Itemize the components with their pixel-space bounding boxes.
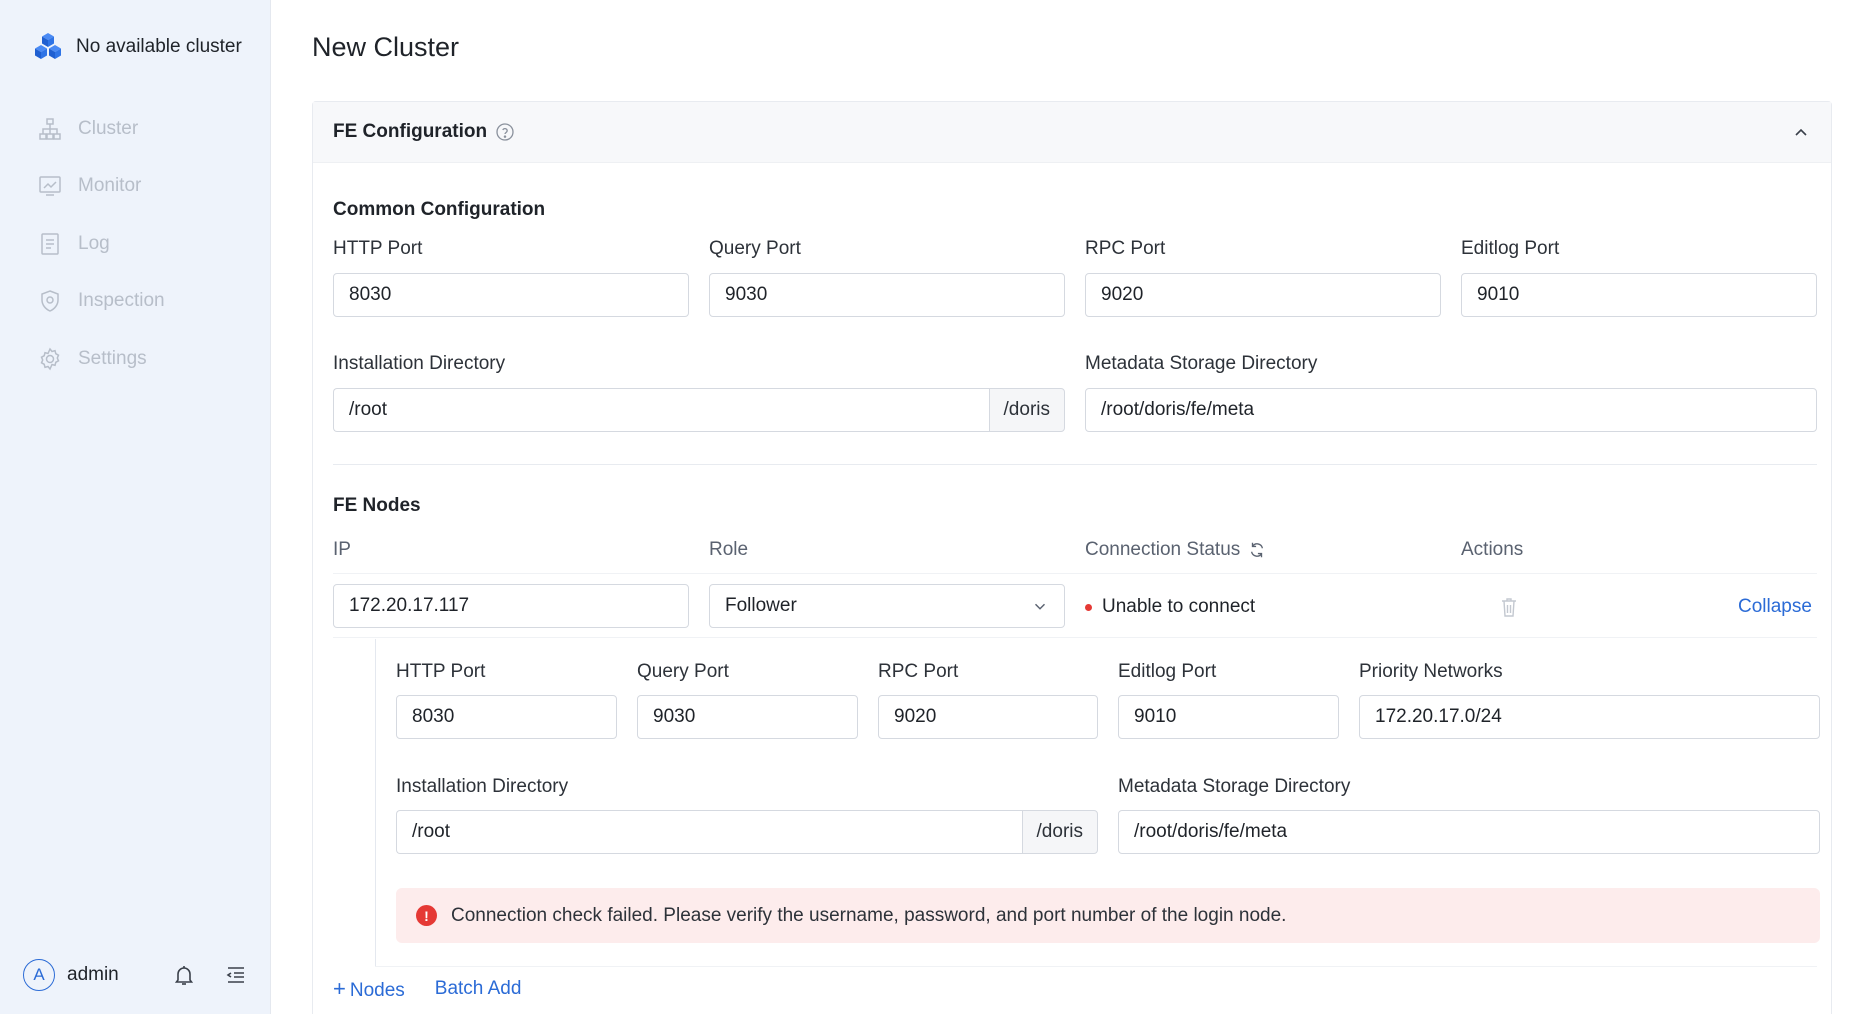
sidebar-item-monitor[interactable]: Monitor bbox=[38, 158, 165, 216]
column-header-status-label: Connection Status bbox=[1085, 539, 1241, 560]
status-text: Unable to connect bbox=[1102, 596, 1256, 617]
chevron-up-icon[interactable] bbox=[1791, 122, 1811, 142]
query-port-input[interactable] bbox=[709, 273, 1065, 317]
node-ip-input[interactable] bbox=[333, 584, 689, 628]
install-dir-suffix: /doris bbox=[988, 388, 1065, 432]
column-header-status: Connection Status bbox=[1085, 539, 1266, 561]
status-dot bbox=[1085, 603, 1092, 611]
menu-collapse-icon[interactable] bbox=[224, 963, 248, 987]
sidebar-item-label: Settings bbox=[78, 347, 147, 369]
rpc-port-input[interactable] bbox=[1085, 273, 1441, 317]
page-title: New Cluster bbox=[312, 32, 460, 62]
log-icon bbox=[41, 233, 59, 255]
row-divider bbox=[333, 637, 1817, 638]
cluster-label: No available cluster bbox=[76, 36, 242, 57]
rpc-port-label: RPC Port bbox=[1085, 238, 1166, 259]
batch-add-button[interactable]: Batch Add bbox=[435, 978, 522, 1000]
node-meta-dir-label: Metadata Storage Directory bbox=[1118, 776, 1351, 797]
section-divider bbox=[333, 464, 1817, 465]
trash-icon[interactable] bbox=[1499, 596, 1519, 618]
gear-icon bbox=[40, 347, 60, 371]
common-config-title: Common Configuration bbox=[333, 199, 546, 220]
http-port-input[interactable] bbox=[333, 273, 689, 317]
node-install-dir-group: /doris bbox=[396, 810, 1098, 854]
panel-title: FE Configuration bbox=[333, 121, 488, 142]
sidebar-footer: A admin bbox=[23, 958, 248, 992]
alert-message: Connection check failed. Please verify t… bbox=[451, 904, 1287, 926]
connection-status: Unable to connect bbox=[1085, 596, 1255, 618]
node-query-port-input[interactable] bbox=[637, 695, 858, 739]
node-query-port-label: Query Port bbox=[637, 661, 729, 682]
header-divider bbox=[333, 573, 1817, 574]
fe-configuration-panel: FE Configuration Common Configuration HT… bbox=[312, 101, 1832, 1014]
sidebar: No available cluster Cluster Monitor Log bbox=[0, 0, 271, 1014]
user-name[interactable]: admin bbox=[67, 964, 119, 986]
node-editlog-port-input[interactable] bbox=[1118, 695, 1339, 739]
column-header-role: Role bbox=[709, 539, 749, 560]
meta-dir-input[interactable] bbox=[1085, 388, 1817, 432]
chevron-down-icon bbox=[1034, 603, 1046, 610]
role-select-value: Follower bbox=[725, 595, 797, 616]
refresh-icon[interactable] bbox=[1248, 541, 1266, 559]
install-dir-label: Installation Directory bbox=[333, 353, 506, 374]
node-install-dir-input[interactable] bbox=[396, 810, 1022, 854]
node-rpc-port-input[interactable] bbox=[878, 695, 1098, 739]
column-header-ip: IP bbox=[333, 539, 351, 560]
install-dir-group: /doris bbox=[333, 388, 1065, 432]
plus-icon: + bbox=[333, 976, 346, 1001]
node-rpc-port-label: RPC Port bbox=[878, 661, 959, 682]
sidebar-item-label: Log bbox=[78, 232, 110, 254]
sidebar-item-cluster[interactable]: Cluster bbox=[38, 100, 165, 158]
editlog-port-input[interactable] bbox=[1461, 273, 1817, 317]
collapse-link[interactable]: Collapse bbox=[1738, 596, 1812, 618]
sidebar-item-label: Monitor bbox=[78, 175, 142, 197]
add-nodes-label: Nodes bbox=[349, 980, 405, 1001]
cluster-switcher[interactable]: No available cluster bbox=[32, 30, 242, 64]
sidebar-item-log[interactable]: Log bbox=[38, 215, 165, 273]
node-http-port-input[interactable] bbox=[396, 695, 617, 739]
fe-nodes-title: FE Nodes bbox=[333, 495, 421, 516]
node-actions: + Nodes Batch Add bbox=[333, 976, 521, 1002]
help-circle-icon[interactable] bbox=[495, 122, 515, 142]
node-priority-networks-label: Priority Networks bbox=[1359, 661, 1503, 682]
http-port-label: HTTP Port bbox=[333, 238, 423, 259]
node-meta-dir-input[interactable] bbox=[1118, 810, 1820, 854]
sidebar-item-label: Cluster bbox=[78, 117, 139, 139]
avatar[interactable]: A bbox=[23, 959, 55, 991]
add-nodes-button[interactable]: + Nodes bbox=[333, 976, 405, 1002]
node-editlog-port-label: Editlog Port bbox=[1118, 661, 1217, 682]
shield-icon bbox=[41, 290, 59, 313]
meta-dir-label: Metadata Storage Directory bbox=[1085, 353, 1318, 374]
column-header-actions: Actions bbox=[1461, 539, 1524, 560]
main-content: New Cluster FE Configuration Common Conf… bbox=[271, 0, 1872, 1014]
node-install-dir-suffix: /doris bbox=[1021, 810, 1098, 854]
role-select[interactable]: Follower bbox=[709, 584, 1065, 628]
sidebar-item-settings[interactable]: Settings bbox=[38, 330, 165, 388]
node-http-port-label: HTTP Port bbox=[396, 661, 486, 682]
panel-header[interactable]: FE Configuration bbox=[313, 102, 1831, 163]
sidebar-nav: Cluster Monitor Log Inspection Settings bbox=[38, 100, 165, 388]
bell-icon[interactable] bbox=[172, 963, 196, 987]
node-install-dir-label: Installation Directory bbox=[396, 776, 569, 797]
query-port-label: Query Port bbox=[709, 238, 801, 259]
cluster-icon bbox=[39, 118, 61, 140]
node-detail: HTTP Port Query Port RPC Port Editlog Po… bbox=[375, 639, 1820, 966]
install-dir-input[interactable] bbox=[333, 388, 989, 432]
sidebar-item-label: Inspection bbox=[78, 290, 165, 312]
connection-error-alert: ! Connection check failed. Please verify… bbox=[396, 888, 1820, 943]
monitor-icon bbox=[39, 176, 61, 196]
error-icon: ! bbox=[416, 905, 437, 926]
node-priority-networks-input[interactable] bbox=[1359, 695, 1820, 739]
cubes-logo-icon bbox=[35, 33, 61, 59]
sidebar-item-inspection[interactable]: Inspection bbox=[38, 273, 165, 331]
detail-divider bbox=[375, 966, 1817, 967]
editlog-port-label: Editlog Port bbox=[1461, 238, 1560, 259]
